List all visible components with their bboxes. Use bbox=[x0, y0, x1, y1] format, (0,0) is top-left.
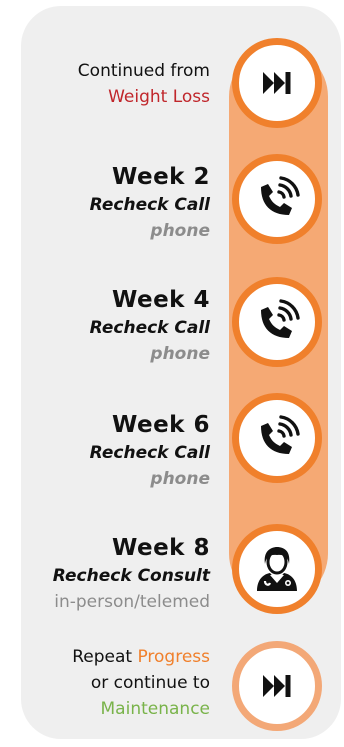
step-week-6: Week 6 Recheck Call phone bbox=[90, 410, 210, 492]
week-title: Week 2 bbox=[111, 164, 210, 190]
phone-icon bbox=[261, 299, 300, 338]
phone-icon bbox=[261, 176, 300, 215]
week-6-circle[interactable] bbox=[232, 393, 322, 483]
progress-link[interactable]: Progress bbox=[137, 647, 210, 667]
step-type: Recheck Call bbox=[89, 195, 210, 215]
start-label: Continued from Weight Loss bbox=[78, 58, 210, 110]
end-step-circle[interactable] bbox=[232, 641, 322, 731]
week-title: Week 8 bbox=[111, 535, 210, 561]
week-4-circle[interactable] bbox=[232, 277, 322, 367]
week-title: Week 4 bbox=[111, 287, 210, 313]
week-title: Week 6 bbox=[111, 412, 210, 438]
repeat-text: Repeat bbox=[72, 647, 133, 667]
repeat-line: Repeat Progress bbox=[72, 644, 210, 670]
step-mode: phone bbox=[150, 344, 210, 364]
skip-forward-icon bbox=[263, 72, 291, 94]
start-line1: Continued from bbox=[77, 61, 210, 81]
skip-forward-icon bbox=[263, 675, 291, 697]
week-2-circle[interactable] bbox=[232, 154, 322, 244]
step-type: Recheck Call bbox=[89, 443, 210, 463]
step-type: Recheck Consult bbox=[52, 566, 210, 586]
start-step-circle[interactable] bbox=[232, 38, 322, 128]
week-8-circle[interactable] bbox=[232, 524, 322, 614]
continue-text: or continue to bbox=[90, 673, 210, 693]
maintenance-link[interactable]: Maintenance bbox=[72, 696, 210, 722]
step-type: Recheck Call bbox=[89, 318, 210, 338]
end-label: Repeat Progress or continue to Maintenan… bbox=[72, 644, 210, 722]
step-mode: in-person/telemed bbox=[54, 592, 210, 612]
weight-loss-link[interactable]: Weight Loss bbox=[78, 84, 210, 110]
step-mode: phone bbox=[150, 469, 210, 489]
step-week-4: Week 4 Recheck Call phone bbox=[90, 285, 210, 367]
step-mode: phone bbox=[150, 221, 210, 241]
doctor-icon bbox=[257, 547, 297, 591]
phone-icon bbox=[261, 415, 300, 454]
step-week-2: Week 2 Recheck Call phone bbox=[90, 162, 210, 244]
step-week-8: Week 8 Recheck Consult in-person/telemed bbox=[53, 533, 210, 615]
